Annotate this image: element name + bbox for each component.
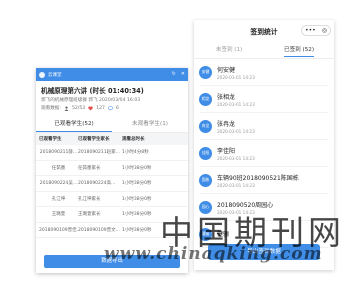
list-item[interactable]: 安健 何安健 2020-03-01 14:23 bbox=[199, 59, 329, 86]
cell-parent: 2018090109曾文... bbox=[78, 227, 120, 233]
panel-title: 签到统计 bbox=[250, 28, 278, 36]
tab-not-watched[interactable]: 未观看学生(1) bbox=[112, 115, 188, 132]
tab-not-checked-in[interactable]: 未签到 (1) bbox=[194, 42, 264, 58]
watermark-url: www.chinaqking.com bbox=[104, 244, 323, 264]
window-title: 云课堂 bbox=[48, 72, 62, 78]
cell-student: 任茹墨 bbox=[51, 165, 66, 171]
panel-header: 签到统计 ••• ◎ bbox=[194, 20, 334, 42]
lecture-stats: 观看数据: 52/53 127 6 bbox=[41, 105, 183, 112]
list-item[interactable]: 国栋 车辆90班2018090521陈国栋 2020-03-01 14:23 bbox=[199, 167, 329, 194]
viewers-count: 52/53 bbox=[71, 105, 86, 111]
cell-student: 2018090109曾佳... bbox=[39, 227, 78, 233]
col-header-duration: 观看总时长 bbox=[122, 137, 145, 142]
checkin-time: 2020-03-01 14:23 bbox=[217, 74, 255, 80]
checkin-time: 2020-03-01 14:23 bbox=[217, 128, 255, 134]
comments-count: 6 bbox=[115, 105, 119, 111]
cell-parent: 孔江坤家长 bbox=[78, 196, 101, 202]
checkin-time: 2020-03-01 14:23 bbox=[217, 101, 255, 107]
tab-watched[interactable]: 已观看学生(52) bbox=[36, 115, 112, 132]
checkin-tabs: 未签到 (1) 已签到 (52) bbox=[194, 42, 334, 59]
cell-duration: 1小时38分0秒 bbox=[122, 181, 152, 187]
likes-count: 127 bbox=[96, 105, 105, 111]
cell-student: 王璐萱 bbox=[51, 212, 66, 218]
avatar: 安健 bbox=[199, 65, 212, 79]
cell-parent: 任茹墨家长 bbox=[78, 165, 101, 171]
avatar: 佳阳 bbox=[199, 146, 212, 160]
refresh-icon[interactable]: ↻ bbox=[172, 72, 176, 77]
tab-not-checked-in-label: 未签到 (1) bbox=[215, 47, 243, 53]
col-header-student: 已观看学生 bbox=[39, 137, 62, 142]
lecture-title: 机械原理第六讲 (时长 01:40:34) bbox=[41, 87, 144, 95]
tab-checked-in-label: 已签到 (52) bbox=[283, 47, 315, 57]
table-row[interactable]: 孔江坤 孔江坤家长 1小时38分0秒 bbox=[36, 192, 188, 207]
checkin-time: 2020-03-01 14:23 bbox=[217, 182, 255, 188]
table-row[interactable]: 2018090224吴... 2018090224高... 1小时38分0秒 bbox=[36, 176, 188, 192]
close-icon[interactable]: ✕ bbox=[181, 72, 185, 77]
lecture-meta: 郭飞的机械原理班级群 郭飞 2020/03/04 16:03 bbox=[41, 98, 141, 103]
close-circle-icon[interactable]: ◎ bbox=[322, 27, 327, 34]
cell-duration: 1小时38分0秒 bbox=[122, 196, 152, 202]
cell-parent: 2018090224高... bbox=[78, 181, 116, 187]
student-name: 张冉龙 bbox=[217, 120, 236, 128]
table-header: 已观看学生 已观看学生家长 观看总时长 bbox=[36, 133, 188, 145]
student-name: 张相龙 bbox=[217, 93, 236, 101]
list-item[interactable]: 佳阳 李佳阳 2020-03-01 14:23 bbox=[199, 140, 329, 167]
avatar: 相龙 bbox=[199, 92, 212, 106]
cell-duration: 1小时4分8秒 bbox=[122, 150, 149, 156]
cell-parent: 王璐萱家长 bbox=[78, 212, 101, 218]
cell-student: 孔江坤 bbox=[51, 196, 66, 202]
more-button[interactable]: ••• bbox=[305, 27, 316, 34]
comment-icon bbox=[108, 106, 113, 110]
list-item[interactable]: 相龙 张相龙 2020-03-01 14:23 bbox=[199, 86, 329, 113]
list-item[interactable]: 冉龙 张冉龙 2020-03-01 14:23 bbox=[199, 113, 329, 140]
tab-checked-in[interactable]: 已签到 (52) bbox=[264, 42, 334, 58]
avatar: 国栋 bbox=[199, 173, 212, 187]
capsule-menu: ••• ◎ bbox=[301, 25, 331, 36]
student-name: 车辆90班2018090521陈国栋 bbox=[217, 174, 299, 182]
avatar: 冉龙 bbox=[199, 119, 212, 133]
student-name: 李佳阳 bbox=[217, 147, 236, 155]
col-header-parent: 已观看学生家长 bbox=[78, 137, 110, 142]
app-logo-icon bbox=[39, 71, 45, 78]
cell-duration: 1小时38分0秒 bbox=[122, 165, 152, 171]
cell-student: 2018090224吴... bbox=[39, 181, 78, 187]
student-name: 何安健 bbox=[217, 66, 236, 74]
checkin-time: 2020-03-01 14:23 bbox=[217, 155, 255, 161]
window-titlebar[interactable]: 云课堂 ↻ ✕ bbox=[36, 68, 188, 81]
cell-parent: 2018090211赵家... bbox=[78, 150, 120, 156]
viewers-icon bbox=[64, 106, 69, 111]
screenshot-stage: 云课堂 ↻ ✕ 机械原理第六讲 (时长 01:40:34) 郭飞的机械原理班级群… bbox=[0, 0, 358, 281]
table-row[interactable]: 2018090211薛... 2018090211赵家... 1小时4分8秒 bbox=[36, 145, 188, 161]
stats-label: 观看数据: bbox=[41, 106, 61, 111]
heart-icon bbox=[88, 106, 93, 110]
table-row[interactable]: 任茹墨 任茹墨家长 1小时38分0秒 bbox=[36, 161, 188, 176]
cell-student: 2018090211薛... bbox=[39, 150, 78, 156]
viewer-tabs: 已观看学生(52) 未观看学生(1) bbox=[36, 115, 188, 133]
